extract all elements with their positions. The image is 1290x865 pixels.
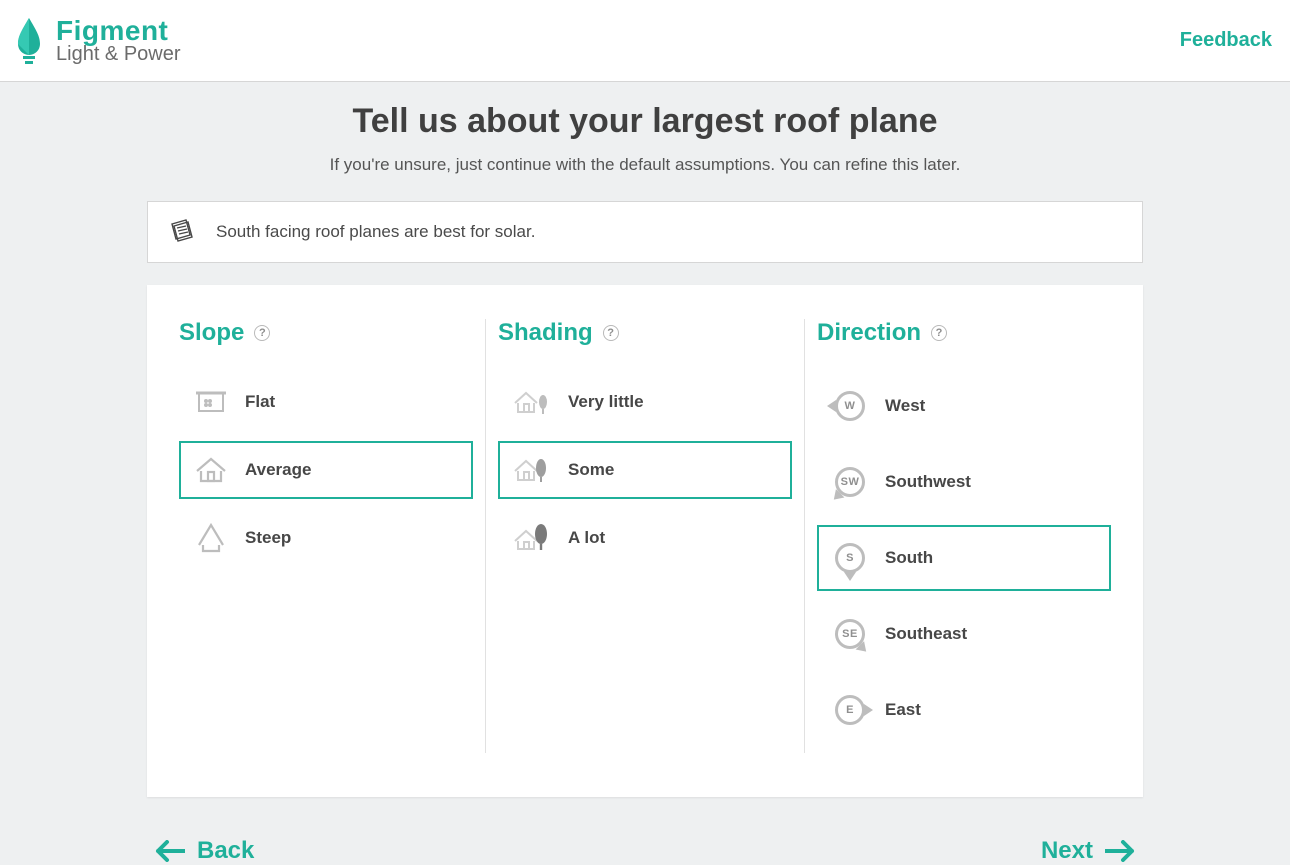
option-label: Some	[568, 460, 614, 480]
page-subtitle: If you're unsure, just continue with the…	[0, 155, 1290, 175]
option-direction-south[interactable]: S South	[817, 525, 1111, 591]
help-icon[interactable]: ?	[931, 325, 947, 341]
note-icon	[168, 219, 198, 245]
shade-little-icon	[512, 387, 552, 417]
column-slope: Slope ? Flat Averag	[167, 319, 485, 753]
option-shading-very-little[interactable]: Very little	[498, 373, 792, 431]
column-shading-title: Shading ?	[498, 319, 792, 347]
nav-row: Back Next	[147, 837, 1143, 865]
help-icon[interactable]: ?	[254, 325, 270, 341]
page-title: Tell us about your largest roof plane	[0, 102, 1290, 141]
column-direction-label: Direction	[817, 319, 921, 347]
compass-code: E	[831, 691, 869, 729]
option-label: Very little	[568, 392, 644, 412]
compass-southwest-icon: SW	[831, 463, 869, 501]
feedback-link[interactable]: Feedback	[1180, 29, 1272, 52]
option-label: Average	[245, 460, 311, 480]
option-label: Steep	[245, 528, 291, 548]
option-label: A lot	[568, 528, 605, 548]
brand-logo-icon	[12, 16, 46, 66]
option-slope-flat[interactable]: Flat	[179, 373, 473, 431]
option-direction-southeast[interactable]: SE Southeast	[817, 601, 1111, 667]
column-shading: Shading ? Very little Some	[485, 319, 804, 753]
brand-name: Figment	[56, 16, 181, 45]
option-slope-average[interactable]: Average	[179, 441, 473, 499]
compass-code: SW	[831, 463, 869, 501]
option-label: Southeast	[885, 624, 967, 644]
compass-code: SE	[831, 615, 869, 653]
arrow-right-icon	[1105, 840, 1135, 862]
next-button[interactable]: Next	[1041, 837, 1135, 865]
back-label: Back	[197, 837, 254, 865]
compass-west-icon: W	[831, 387, 869, 425]
option-direction-southwest[interactable]: SW Southwest	[817, 449, 1111, 515]
help-icon[interactable]: ?	[603, 325, 619, 341]
tip-callout: South facing roof planes are best for so…	[147, 201, 1143, 263]
column-direction-title: Direction ?	[817, 319, 1111, 347]
brand-text: Figment Light & Power	[56, 16, 181, 64]
option-direction-east[interactable]: E East	[817, 677, 1111, 743]
option-label: East	[885, 700, 921, 720]
column-slope-title: Slope ?	[179, 319, 473, 347]
options-card: Slope ? Flat Averag	[147, 285, 1143, 797]
option-label: Southwest	[885, 472, 971, 492]
next-label: Next	[1041, 837, 1093, 865]
shade-some-icon	[512, 455, 552, 485]
column-slope-label: Slope	[179, 319, 244, 347]
back-button[interactable]: Back	[155, 837, 254, 865]
option-shading-a-lot[interactable]: A lot	[498, 509, 792, 567]
shade-alot-icon	[512, 523, 552, 553]
roof-steep-icon	[193, 523, 229, 553]
brand[interactable]: Figment Light & Power	[12, 16, 181, 66]
compass-code: S	[831, 539, 869, 577]
option-slope-steep[interactable]: Steep	[179, 509, 473, 567]
option-label: South	[885, 548, 933, 568]
option-label: Flat	[245, 392, 275, 412]
tip-text: South facing roof planes are best for so…	[216, 222, 535, 242]
option-label: West	[885, 396, 925, 416]
brand-subtitle: Light & Power	[56, 44, 181, 65]
app-header: Figment Light & Power Feedback	[0, 0, 1290, 82]
compass-southeast-icon: SE	[831, 615, 869, 653]
column-direction: Direction ? W West SW Southwest S South	[804, 319, 1123, 753]
arrow-left-icon	[155, 840, 185, 862]
roof-flat-icon	[193, 387, 229, 417]
compass-south-icon: S	[831, 539, 869, 577]
roof-average-icon	[193, 455, 229, 485]
column-shading-label: Shading	[498, 319, 593, 347]
compass-east-icon: E	[831, 691, 869, 729]
option-shading-some[interactable]: Some	[498, 441, 792, 499]
option-direction-west[interactable]: W West	[817, 373, 1111, 439]
compass-code: W	[831, 387, 869, 425]
